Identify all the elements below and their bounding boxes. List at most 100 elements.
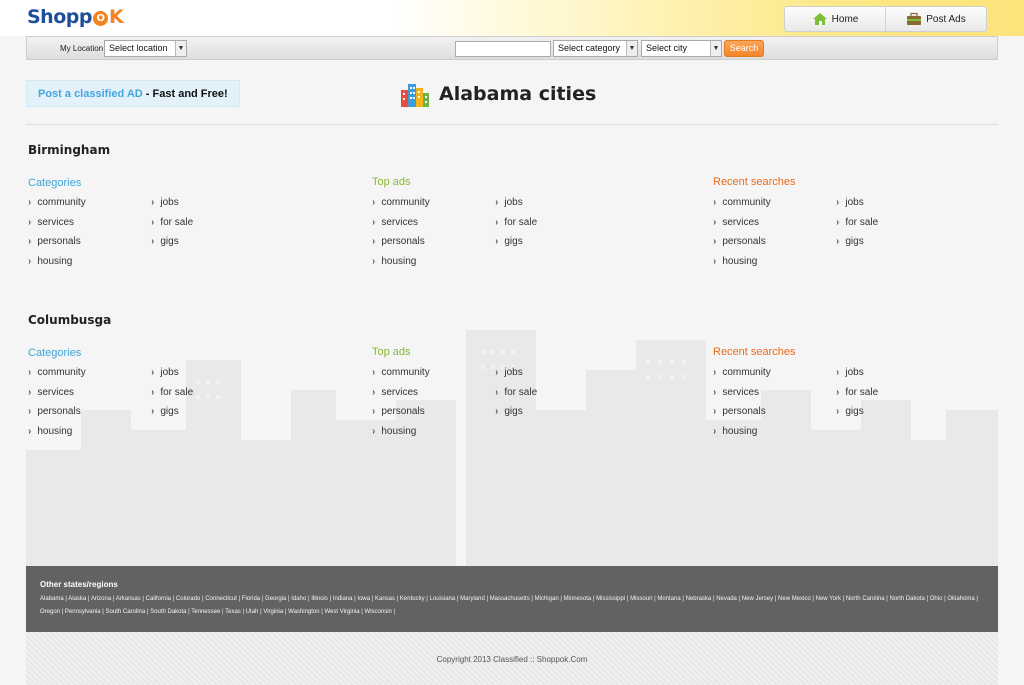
state-link[interactable]: Louisiana [430, 596, 456, 602]
category-link[interactable]: › personals [28, 236, 80, 247]
state-link[interactable]: New Mexico [778, 596, 811, 602]
state-link[interactable]: Florida [242, 596, 260, 602]
state-link[interactable]: Nevada [716, 596, 737, 602]
column-heading: Top ads [372, 176, 411, 188]
state-link[interactable]: Oklahoma [947, 596, 974, 602]
state-link[interactable]: Texas [225, 609, 241, 615]
state-link[interactable]: Tennessee [191, 609, 220, 615]
state-link[interactable]: New York [816, 596, 841, 602]
state-link[interactable]: Massachusetts [490, 596, 530, 602]
state-link[interactable]: Ohio [930, 596, 943, 602]
state-link[interactable]: South Carolina [106, 609, 146, 615]
state-link[interactable]: California [146, 596, 171, 602]
category-link[interactable]: › gigs [151, 236, 178, 247]
category-link[interactable]: › housing [372, 426, 416, 437]
category-link[interactable]: › for sale [495, 387, 537, 398]
category-link[interactable]: › jobs [495, 367, 522, 378]
state-link[interactable]: Indiana [333, 596, 353, 602]
category-link[interactable]: › personals [28, 406, 80, 417]
state-link[interactable]: Alaska [68, 596, 86, 602]
state-link[interactable]: Montana [657, 596, 680, 602]
category-link[interactable]: › community [372, 197, 429, 208]
category-link[interactable]: › personals [372, 236, 424, 247]
category-link[interactable]: › housing [28, 256, 72, 267]
site-logo[interactable]: Shopp O K [27, 6, 124, 28]
category-link[interactable]: › services [713, 387, 759, 398]
category-link[interactable]: › community [713, 367, 770, 378]
state-link[interactable]: Arizona [91, 596, 111, 602]
category-link-label: jobs [160, 367, 179, 378]
state-link[interactable]: North Dakota [889, 596, 924, 602]
category-link[interactable]: › housing [713, 426, 757, 437]
category-link[interactable]: › services [28, 387, 74, 398]
state-link[interactable]: Wisconsin [365, 609, 392, 615]
category-link-label: housing [37, 255, 73, 267]
category-link[interactable]: › for sale [836, 217, 878, 228]
chevron-right-icon: › [372, 236, 376, 247]
category-link[interactable]: › for sale [495, 217, 537, 228]
state-link[interactable]: Illinois [311, 596, 328, 602]
search-button[interactable]: Search [724, 40, 764, 57]
category-link[interactable]: › services [28, 217, 74, 228]
state-link[interactable]: Mississippi [596, 596, 625, 602]
category-link[interactable]: › gigs [836, 406, 863, 417]
category-select[interactable]: Select category ▼ [553, 40, 638, 57]
state-link[interactable]: New Jersey [742, 596, 773, 602]
state-link[interactable]: Idaho [291, 596, 306, 602]
state-link[interactable]: Alabama [40, 596, 64, 602]
state-link[interactable]: Georgia [265, 596, 286, 602]
state-link[interactable]: Utah [246, 609, 259, 615]
state-link[interactable]: Kansas [375, 596, 395, 602]
category-link[interactable]: › jobs [151, 367, 179, 378]
state-link[interactable]: West Virginia [325, 609, 360, 615]
category-link[interactable]: › for sale [151, 387, 193, 398]
category-link[interactable]: › housing [372, 256, 416, 267]
search-input[interactable] [455, 41, 551, 57]
post-ads-button[interactable]: Post Ads [886, 7, 986, 31]
state-link[interactable]: Iowa [357, 596, 370, 602]
category-link[interactable]: › jobs [495, 197, 522, 208]
category-link[interactable]: › jobs [836, 197, 863, 208]
category-link[interactable]: › gigs [836, 236, 863, 247]
category-link-label: community [381, 367, 430, 378]
category-link[interactable]: › for sale [151, 217, 193, 228]
category-link[interactable]: › housing [28, 426, 72, 437]
state-link[interactable]: North Carolina [846, 596, 885, 602]
category-link[interactable]: › jobs [151, 197, 178, 208]
state-link[interactable]: Pennsylvania [65, 609, 101, 615]
state-link[interactable]: Nebraska [686, 596, 712, 602]
state-link[interactable]: Virginia [263, 609, 283, 615]
category-link[interactable]: › services [713, 217, 759, 228]
category-link[interactable]: › services [372, 217, 418, 228]
category-link[interactable]: › personals [713, 406, 765, 417]
state-link[interactable]: Michigan [535, 596, 559, 602]
state-link[interactable]: Connecticut [205, 596, 237, 602]
category-link[interactable]: › personals [372, 406, 424, 417]
category-link[interactable]: › community [28, 367, 85, 378]
city-select[interactable]: Select city ▼ [641, 40, 722, 57]
category-link[interactable]: › gigs [151, 406, 178, 417]
state-link[interactable]: Maryland [460, 596, 485, 602]
category-link[interactable]: › community [713, 197, 770, 208]
state-link[interactable]: Minnesota [564, 596, 592, 602]
location-select[interactable]: Select location ▼ [104, 40, 187, 57]
category-link[interactable]: › for sale [836, 387, 878, 398]
state-link[interactable]: Washington [288, 609, 319, 615]
state-link[interactable]: Arkansas [116, 596, 141, 602]
category-link[interactable]: › housing [713, 256, 757, 267]
post-ad-banner[interactable]: Post a classified AD - Fast and Free! [26, 80, 240, 107]
category-link[interactable]: › services [372, 387, 418, 398]
category-link[interactable]: › community [28, 197, 85, 208]
home-button[interactable]: Home [785, 7, 886, 31]
state-link[interactable]: Colorado [176, 596, 200, 602]
category-link[interactable]: › personals [713, 236, 765, 247]
category-link[interactable]: › jobs [836, 367, 863, 378]
category-link[interactable]: › gigs [495, 406, 522, 417]
state-link[interactable]: South Dakota [150, 609, 186, 615]
state-link[interactable]: Kentucky [400, 596, 425, 602]
chevron-down-icon: ▼ [710, 41, 721, 56]
category-link[interactable]: › gigs [495, 236, 522, 247]
state-link[interactable]: Missouri [630, 596, 652, 602]
category-link[interactable]: › community [372, 367, 430, 378]
state-link[interactable]: Oregon [40, 609, 60, 615]
